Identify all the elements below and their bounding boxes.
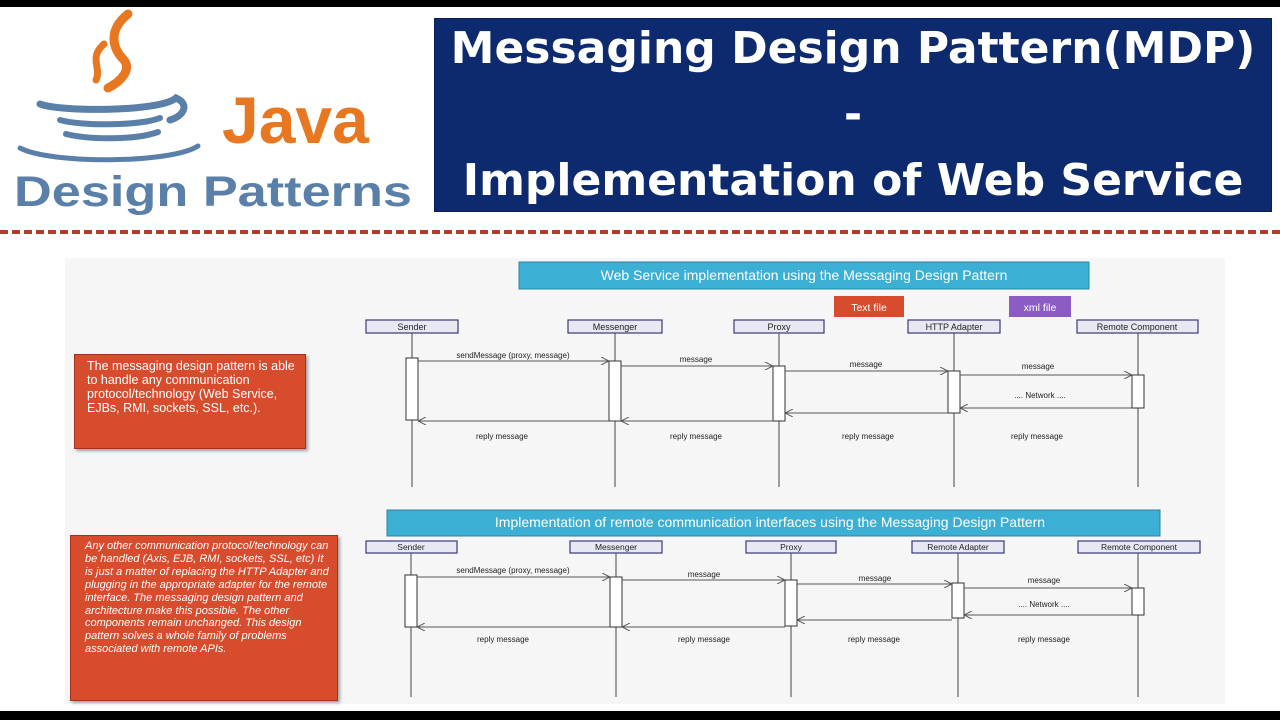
call-label: message	[859, 574, 892, 583]
lifeline-label: Proxy	[767, 322, 791, 332]
diagram-2-heading: Implementation of remote communication i…	[495, 514, 1045, 530]
reply-label: reply message	[848, 635, 901, 644]
xml-file-label: xml file	[1024, 302, 1057, 314]
reply-label: reply message	[1011, 432, 1064, 441]
call-label: message	[850, 360, 883, 369]
lifeline-label: Proxy	[780, 542, 802, 552]
diagram-2: Implementation of remote communication i…	[365, 509, 1201, 697]
network-label: .... Network ....	[1014, 391, 1066, 400]
note-box-1: The messaging design pattern is able to …	[74, 354, 306, 449]
note-box-2: Any other communication protocol/technol…	[70, 535, 338, 701]
call-label: message	[1028, 576, 1061, 585]
lifeline-label: Messenger	[593, 322, 638, 332]
reply-label: reply message	[476, 432, 529, 441]
lifeline-label: Sender	[397, 322, 426, 332]
call-label: message	[680, 355, 713, 364]
reply-label: reply message	[678, 635, 731, 644]
call-label: sendMessage (proxy, message)	[456, 351, 570, 360]
diagram-1-heading: Web Service implementation using the Mes…	[601, 267, 1008, 283]
call-label: message	[688, 570, 721, 579]
lifeline-label: HTTP Adapter	[926, 322, 983, 332]
diagram-1: Web Service implementation using the Mes…	[365, 261, 1199, 487]
lifeline-label: Sender	[397, 542, 425, 552]
network-label: .... Network ....	[1018, 600, 1070, 609]
call-label: sendMessage (proxy, message)	[456, 566, 570, 575]
reply-label: reply message	[842, 432, 895, 441]
text-file-label: Text file	[851, 302, 887, 314]
reply-label: reply message	[1018, 635, 1071, 644]
call-label: message	[1022, 362, 1055, 371]
lifeline-label: Remote Adapter	[927, 542, 989, 552]
reply-label: reply message	[670, 432, 723, 441]
lifeline-label: Remote Component	[1097, 322, 1178, 332]
lifeline-label: Remote Component	[1101, 542, 1178, 552]
bottom-border	[0, 711, 1280, 720]
reply-label: reply message	[477, 635, 530, 644]
lifeline-label: Messenger	[595, 542, 637, 552]
